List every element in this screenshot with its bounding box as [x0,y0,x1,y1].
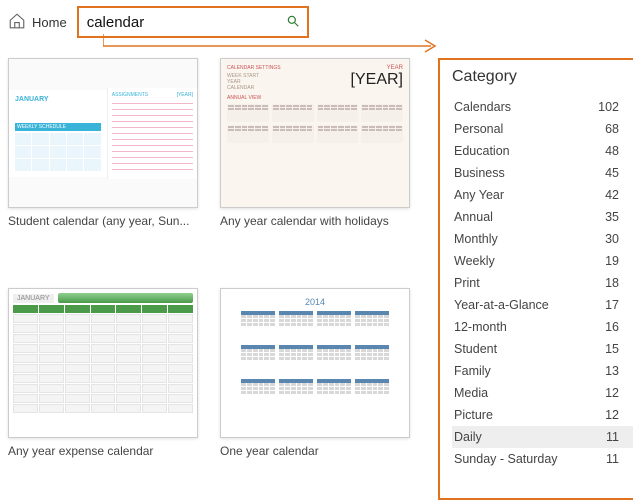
category-label: Calendars [454,100,511,114]
template-card[interactable]: 2014 [220,288,410,500]
category-item[interactable]: Business 45 [452,162,633,184]
category-label: Print [454,276,480,290]
thumb-month-label: JANUARY [13,294,54,303]
category-count: 12 [605,386,619,400]
category-label: Personal [454,122,503,136]
category-item[interactable]: Family 13 [452,360,633,382]
template-grid: JANUARY WEEKLY SCHEDULE ASSIGNMENTS [YEAR… [8,58,420,500]
category-count: 18 [605,276,619,290]
top-bar: Home [0,0,638,44]
category-item[interactable]: Weekly 19 [452,250,633,272]
category-count: 45 [605,166,619,180]
template-caption: Student calendar (any year, Sun... [8,214,198,228]
category-sidebar: Category Calendars 102 Personal 68 Educati… [438,58,633,500]
category-item[interactable]: Student 15 [452,338,633,360]
category-item[interactable]: Calendars 102 [452,96,633,118]
category-item[interactable]: Media 12 [452,382,633,404]
category-count: 15 [605,342,619,356]
template-caption: Any year calendar with holidays [220,214,410,228]
category-label: Weekly [454,254,495,268]
category-count: 16 [605,320,619,334]
search-box [77,6,309,38]
category-item[interactable]: Annual 35 [452,206,633,228]
thumb-year-label: [YEAR] [177,92,193,98]
category-count: 19 [605,254,619,268]
category-label: Any Year [454,188,504,202]
category-label: Media [454,386,488,400]
thumb-settings-label: CALENDAR SETTINGS [227,65,281,71]
category-label: Business [454,166,505,180]
category-label: Family [454,364,491,378]
category-label: Education [454,144,510,158]
search-input[interactable] [79,10,279,35]
template-card[interactable]: CALENDAR SETTINGS WEEK START YEAR CALEND… [220,58,410,270]
thumb-line: CALENDAR [227,85,281,91]
category-label: Picture [454,408,493,422]
category-count: 48 [605,144,619,158]
category-item[interactable]: Education 48 [452,140,633,162]
category-item[interactable]: Year-at-a-Glance 17 [452,294,633,316]
category-title: Category [452,68,633,86]
category-label: Annual [454,210,493,224]
category-count: 11 [606,430,619,444]
category-label: 12-month [454,320,507,334]
category-count: 12 [605,408,619,422]
search-icon [286,14,300,31]
thumb-month-label: JANUARY [15,96,101,103]
template-card[interactable]: JANUARY Any y [8,288,198,500]
category-item[interactable]: Sunday - Saturday 11 [452,448,633,470]
category-item[interactable]: Personal 68 [452,118,633,140]
category-count: 11 [606,452,619,466]
thumb-annual-label: ANNUAL VIEW [227,95,403,101]
home-link[interactable]: Home [8,12,67,33]
category-count: 35 [605,210,619,224]
template-card[interactable]: JANUARY WEEKLY SCHEDULE ASSIGNMENTS [YEAR… [8,58,198,270]
template-thumbnail: JANUARY WEEKLY SCHEDULE ASSIGNMENTS [YEAR… [8,58,198,208]
thumb-year-big: [YEAR] [351,71,403,89]
template-caption: Any year expense calendar [8,444,198,458]
category-item[interactable]: 12-month 16 [452,316,633,338]
category-list: Calendars 102 Personal 68 Education 48 Busi… [452,96,633,470]
category-count: 102 [598,100,619,114]
category-count: 68 [605,122,619,136]
category-item[interactable]: Any Year 42 [452,184,633,206]
category-count: 17 [605,298,619,312]
category-item[interactable]: Print 18 [452,272,633,294]
template-thumbnail: JANUARY [8,288,198,438]
category-item[interactable]: Picture 12 [452,404,633,426]
thumb-year-label: 2014 [305,297,325,307]
results-area: JANUARY WEEKLY SCHEDULE ASSIGNMENTS [YEAR… [0,44,638,500]
search-button[interactable] [279,8,307,36]
home-icon [8,12,26,33]
home-label: Home [32,15,67,30]
category-label: Sunday - Saturday [454,452,558,466]
template-thumbnail: 2014 [220,288,410,438]
category-item[interactable]: Monthly 30 [452,228,633,250]
category-count: 30 [605,232,619,246]
thumb-assign-label: ASSIGNMENTS [112,92,148,98]
thumb-section-label: WEEKLY SCHEDULE [15,123,101,131]
category-label: Daily [454,430,482,444]
template-thumbnail: CALENDAR SETTINGS WEEK START YEAR CALEND… [220,58,410,208]
category-label: Student [454,342,497,356]
category-count: 13 [605,364,619,378]
category-label: Year-at-a-Glance [454,298,549,312]
category-label: Monthly [454,232,498,246]
template-caption: One year calendar [220,444,410,458]
category-count: 42 [605,188,619,202]
category-item[interactable]: Daily 11 [452,426,633,448]
